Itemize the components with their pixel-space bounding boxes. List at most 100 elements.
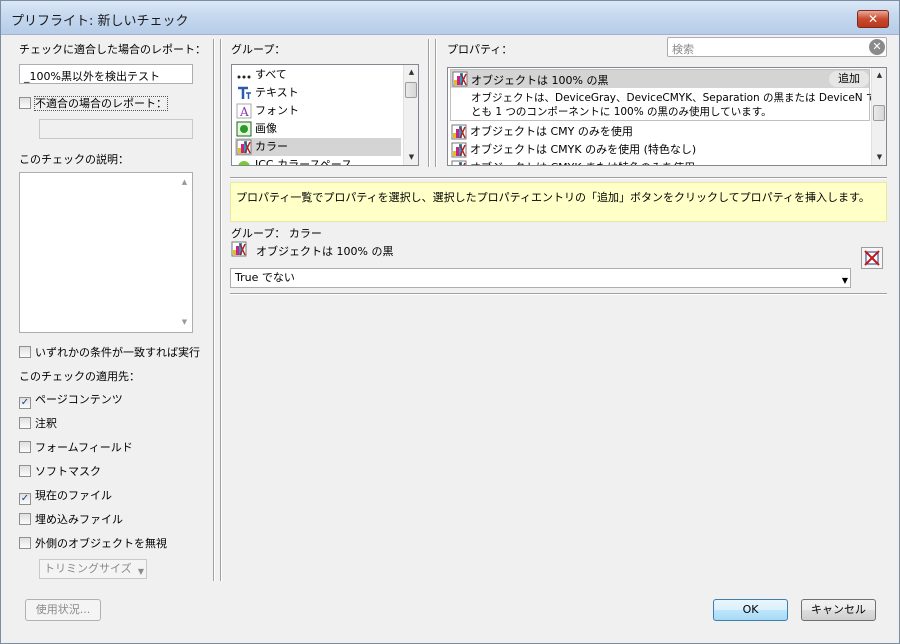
apply-checkbox[interactable] [19,441,31,453]
selected-property-entry[interactable]: オブジェクトは 100% の黒 追加 オブジェクトは、DeviceGray、De… [450,69,886,121]
hint-box: プロパティ一覧でプロパティを選択し、選択したプロパティエントリの「追加」ボタンを… [230,182,887,222]
color-icon [452,71,468,90]
properties-label: プロパティ： [447,43,513,56]
scroll-up-icon[interactable]: ▲ [177,175,192,190]
description-textarea[interactable]: ▲ ▼ [19,172,193,333]
description-scrollbar[interactable]: ▲ ▼ [177,173,192,332]
groups-divider-2 [435,39,436,167]
apply-checkbox[interactable] [19,537,31,549]
apply-check-label: 埋め込みファイル [35,513,123,526]
apply-check-label: 外側のオブジェクトを無視 [35,537,167,550]
apply-check-row[interactable]: ✓ 現在のファイル [19,487,112,505]
properties-scrollbar[interactable]: ▲ ▼ [871,68,886,165]
selected-property-desc-1: オブジェクトは、DeviceGray、DeviceCMYK、Separation… [471,92,887,104]
ok-button[interactable]: OK [713,599,788,621]
group-item[interactable]: ICC カラースペース [235,156,401,166]
group-item-label: カラー [255,140,288,153]
condition-value-select[interactable]: True でない ▼ [230,268,851,288]
noncompliant-input[interactable] [39,119,193,139]
left-divider [213,39,214,581]
group-item[interactable]: カラー [235,138,401,156]
hint-text: プロパティ一覧でプロパティを選択し、選択したプロパティエントリの「追加」ボタンを… [236,191,870,204]
scroll-thumb[interactable] [405,82,417,98]
property-item[interactable]: オブジェクトは CMYK または特色のみを使用 [450,159,695,165]
apply-check-label: ソフトマスク [35,465,101,478]
noncompliant-label: 不適合の場合のレポート： [34,96,168,111]
window-title: プリフライト: 新しいチェック [11,14,189,29]
close-button[interactable]: ✕ [857,10,889,28]
svg-text:A: A [239,105,249,119]
search-placeholder: 検索 [672,43,694,56]
scroll-up-icon[interactable]: ▲ [404,65,418,80]
color-icon [231,241,247,260]
apply-checkbox[interactable] [19,417,31,429]
group-item[interactable]: 画像 [235,120,401,138]
any-condition-row[interactable]: いずれかの条件が一致すれば実行 [19,344,200,360]
condition-value: True でない [235,271,295,284]
chevron-down-icon: ▼ [841,276,848,285]
font-icon: A [236,103,252,119]
apply-check-label: 現在のファイル [35,489,112,502]
apply-check-label: フォームフィールド [35,441,133,454]
any-condition-checkbox[interactable] [19,346,31,358]
apply-check-label: ページコンテンツ [35,393,123,406]
group-item-label: すべて [255,68,287,81]
report-label: チェックに適合した場合のレポート： [19,43,206,56]
groups-scrollbar[interactable]: ▲ ▼ [403,65,418,165]
search-input[interactable]: 検索 ✕ [667,37,887,57]
noncompliant-checkbox[interactable] [19,97,31,109]
color-icon [236,139,252,155]
groups-list: すべてテキスト A フォント画像カラー ICC カラースペース ▲ ▼ [231,64,419,166]
clear-search-icon[interactable]: ✕ [869,39,885,55]
cancel-button[interactable]: キャンセル [801,599,876,621]
apply-check-row[interactable]: フォームフィールド [19,439,133,455]
apply-checkbox[interactable]: ✓ [19,493,31,505]
color-icon [451,142,467,158]
apply-check-row[interactable]: ソフトマスク [19,463,101,479]
scroll-thumb[interactable] [873,105,885,121]
apply-checkbox[interactable]: ✓ [19,397,31,409]
ellipsis-icon [236,67,252,83]
scroll-down-icon[interactable]: ▼ [872,150,886,165]
color-icon [451,160,467,165]
left-divider-2 [220,39,221,581]
property-item[interactable]: オブジェクトは CMYK のみを使用 (特色なし) [450,141,696,159]
selected-property-title: オブジェクトは 100% の黒 [471,74,609,87]
condition-divider [230,293,887,294]
group-item[interactable]: すべて [235,66,401,84]
apply-to-label: このチェックの適用先： [19,370,140,383]
scroll-up-icon[interactable]: ▲ [872,68,886,83]
property-item-label: オブジェクトは CMYK のみを使用 (特色なし) [470,143,697,156]
apply-check-row[interactable]: ✓ ページコンテンツ [19,391,123,409]
group-item-label: テキスト [255,86,299,99]
group-item[interactable]: テキスト [235,84,401,102]
add-property-button[interactable]: 追加 [829,71,869,87]
scroll-down-icon[interactable]: ▼ [177,315,192,330]
usage-button[interactable]: 使用状況... [25,599,101,621]
apply-check-row[interactable]: 埋め込みファイル [19,511,123,527]
properties-divider [230,177,887,178]
apply-check-row[interactable]: 注釈 [19,415,57,431]
groups-divider [428,39,429,167]
icc-icon [236,157,252,165]
trim-size-select[interactable]: トリミングサイズ ▼ [39,559,147,579]
apply-check-label: 注釈 [35,417,57,430]
apply-checkbox[interactable] [19,465,31,477]
remove-condition-button[interactable] [861,247,883,269]
image-icon [236,121,252,137]
scroll-down-icon[interactable]: ▼ [404,150,418,165]
property-item-label: オブジェクトは CMYK または特色のみを使用 [470,161,695,165]
group-item-label: ICC カラースペース [255,158,353,166]
noncompliant-checkbox-row[interactable]: 不適合の場合のレポート： [19,95,168,111]
report-input[interactable]: _100%黒以外を検出テスト [19,64,193,84]
chevron-down-icon: ▼ [137,567,144,576]
apply-check-row[interactable]: 外側のオブジェクトを無視 [19,535,167,551]
property-item-label: オブジェクトは CMY のみを使用 [470,125,633,138]
preflight-dialog: プリフライト: 新しいチェック ✕ チェックに適合した場合のレポート： _100… [0,0,900,644]
apply-checkbox[interactable] [19,513,31,525]
title-bar: プリフライト: 新しいチェック ✕ [1,1,899,35]
group-item-label: 画像 [255,122,277,135]
group-item[interactable]: A フォント [235,102,401,120]
text-icon [236,85,252,101]
property-item[interactable]: オブジェクトは CMY のみを使用 [450,123,633,141]
